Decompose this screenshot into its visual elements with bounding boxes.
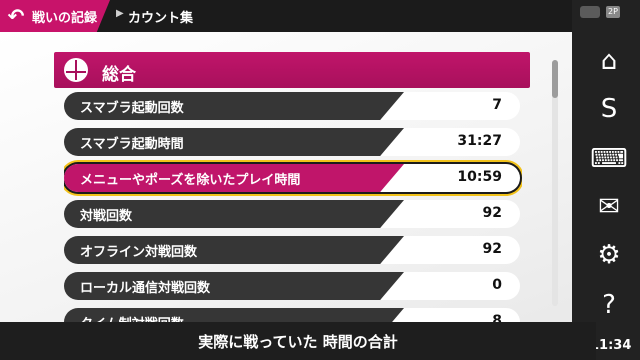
stat-row-launch-count[interactable]: スマブラ起動回数 7 (64, 92, 520, 120)
controller-chip-icon (580, 6, 600, 18)
stat-label: ローカル通信対戦回数 (80, 281, 211, 296)
settings-gear-icon[interactable]: ⚙ (592, 238, 626, 272)
mail-icon[interactable]: ✉ (592, 190, 626, 224)
stat-row-local-battles[interactable]: ローカル通信対戦回数 0 (64, 272, 520, 300)
stats-list: スマブラ起動回数 7 スマブラ起動時間 31:27 メニューやポーズを除いたプレ… (64, 92, 522, 322)
stat-value: 92 (482, 241, 502, 257)
stat-label: スマブラ起動時間 (80, 137, 184, 152)
breadcrumb-count: カウント集 (128, 11, 194, 26)
stat-value: 10:59 (457, 169, 502, 185)
stat-row-launch-time[interactable]: スマブラ起動時間 31:27 (64, 128, 520, 156)
breadcrumb-record[interactable]: 戦いの記録 (32, 7, 97, 26)
help-icon[interactable]: ? (592, 288, 626, 322)
stat-value: 8 (492, 313, 502, 322)
stat-value: 92 (482, 205, 502, 221)
stat-value: 7 (492, 97, 502, 113)
caption-bar: 実際に戦っていた 時間の合計 (0, 322, 596, 360)
breadcrumb-separator: ▶ (116, 8, 124, 19)
stat-label: スマブラ起動回数 (80, 101, 184, 116)
smash-ball-icon (64, 58, 88, 82)
section-title: 総合 (102, 65, 136, 85)
back-arrow-icon[interactable]: ↶ (2, 2, 30, 30)
stat-row-offline-battles[interactable]: オフライン対戦回数 92 (64, 236, 520, 264)
stat-value: 31:27 (457, 133, 502, 149)
stat-row-play-time[interactable]: メニューやポーズを除いたプレイ時間 10:59 (64, 164, 520, 192)
smash-logo-icon[interactable]: S (592, 92, 626, 126)
clock: 11:34 (590, 338, 632, 353)
player-badge: 2P (606, 6, 620, 18)
stat-label: タイム制対戦回数 (80, 313, 184, 322)
section-header-overall: 総合 (54, 52, 530, 88)
top-header: ↶ 戦いの記録 ▶ カウント集 (0, 0, 596, 32)
online-icon[interactable]: ⌨ (590, 142, 628, 176)
scrollbar-thumb[interactable] (552, 60, 558, 98)
caption-text: 実際に戦っていた 時間の合計 (198, 333, 398, 351)
stat-label: 対戦回数 (80, 209, 133, 224)
side-navigation: 2P ⌂ S ⌨ ✉ ⚙ ? (572, 0, 640, 360)
stat-label: オフライン対戦回数 (80, 245, 198, 260)
stat-row-time-battles[interactable]: タイム制対戦回数 8 (64, 308, 520, 322)
stat-value: 0 (492, 277, 502, 293)
home-icon[interactable]: ⌂ (592, 44, 626, 78)
stat-label: メニューやポーズを除いたプレイ時間 (80, 173, 301, 188)
stat-row-battles[interactable]: 対戦回数 92 (64, 200, 520, 228)
